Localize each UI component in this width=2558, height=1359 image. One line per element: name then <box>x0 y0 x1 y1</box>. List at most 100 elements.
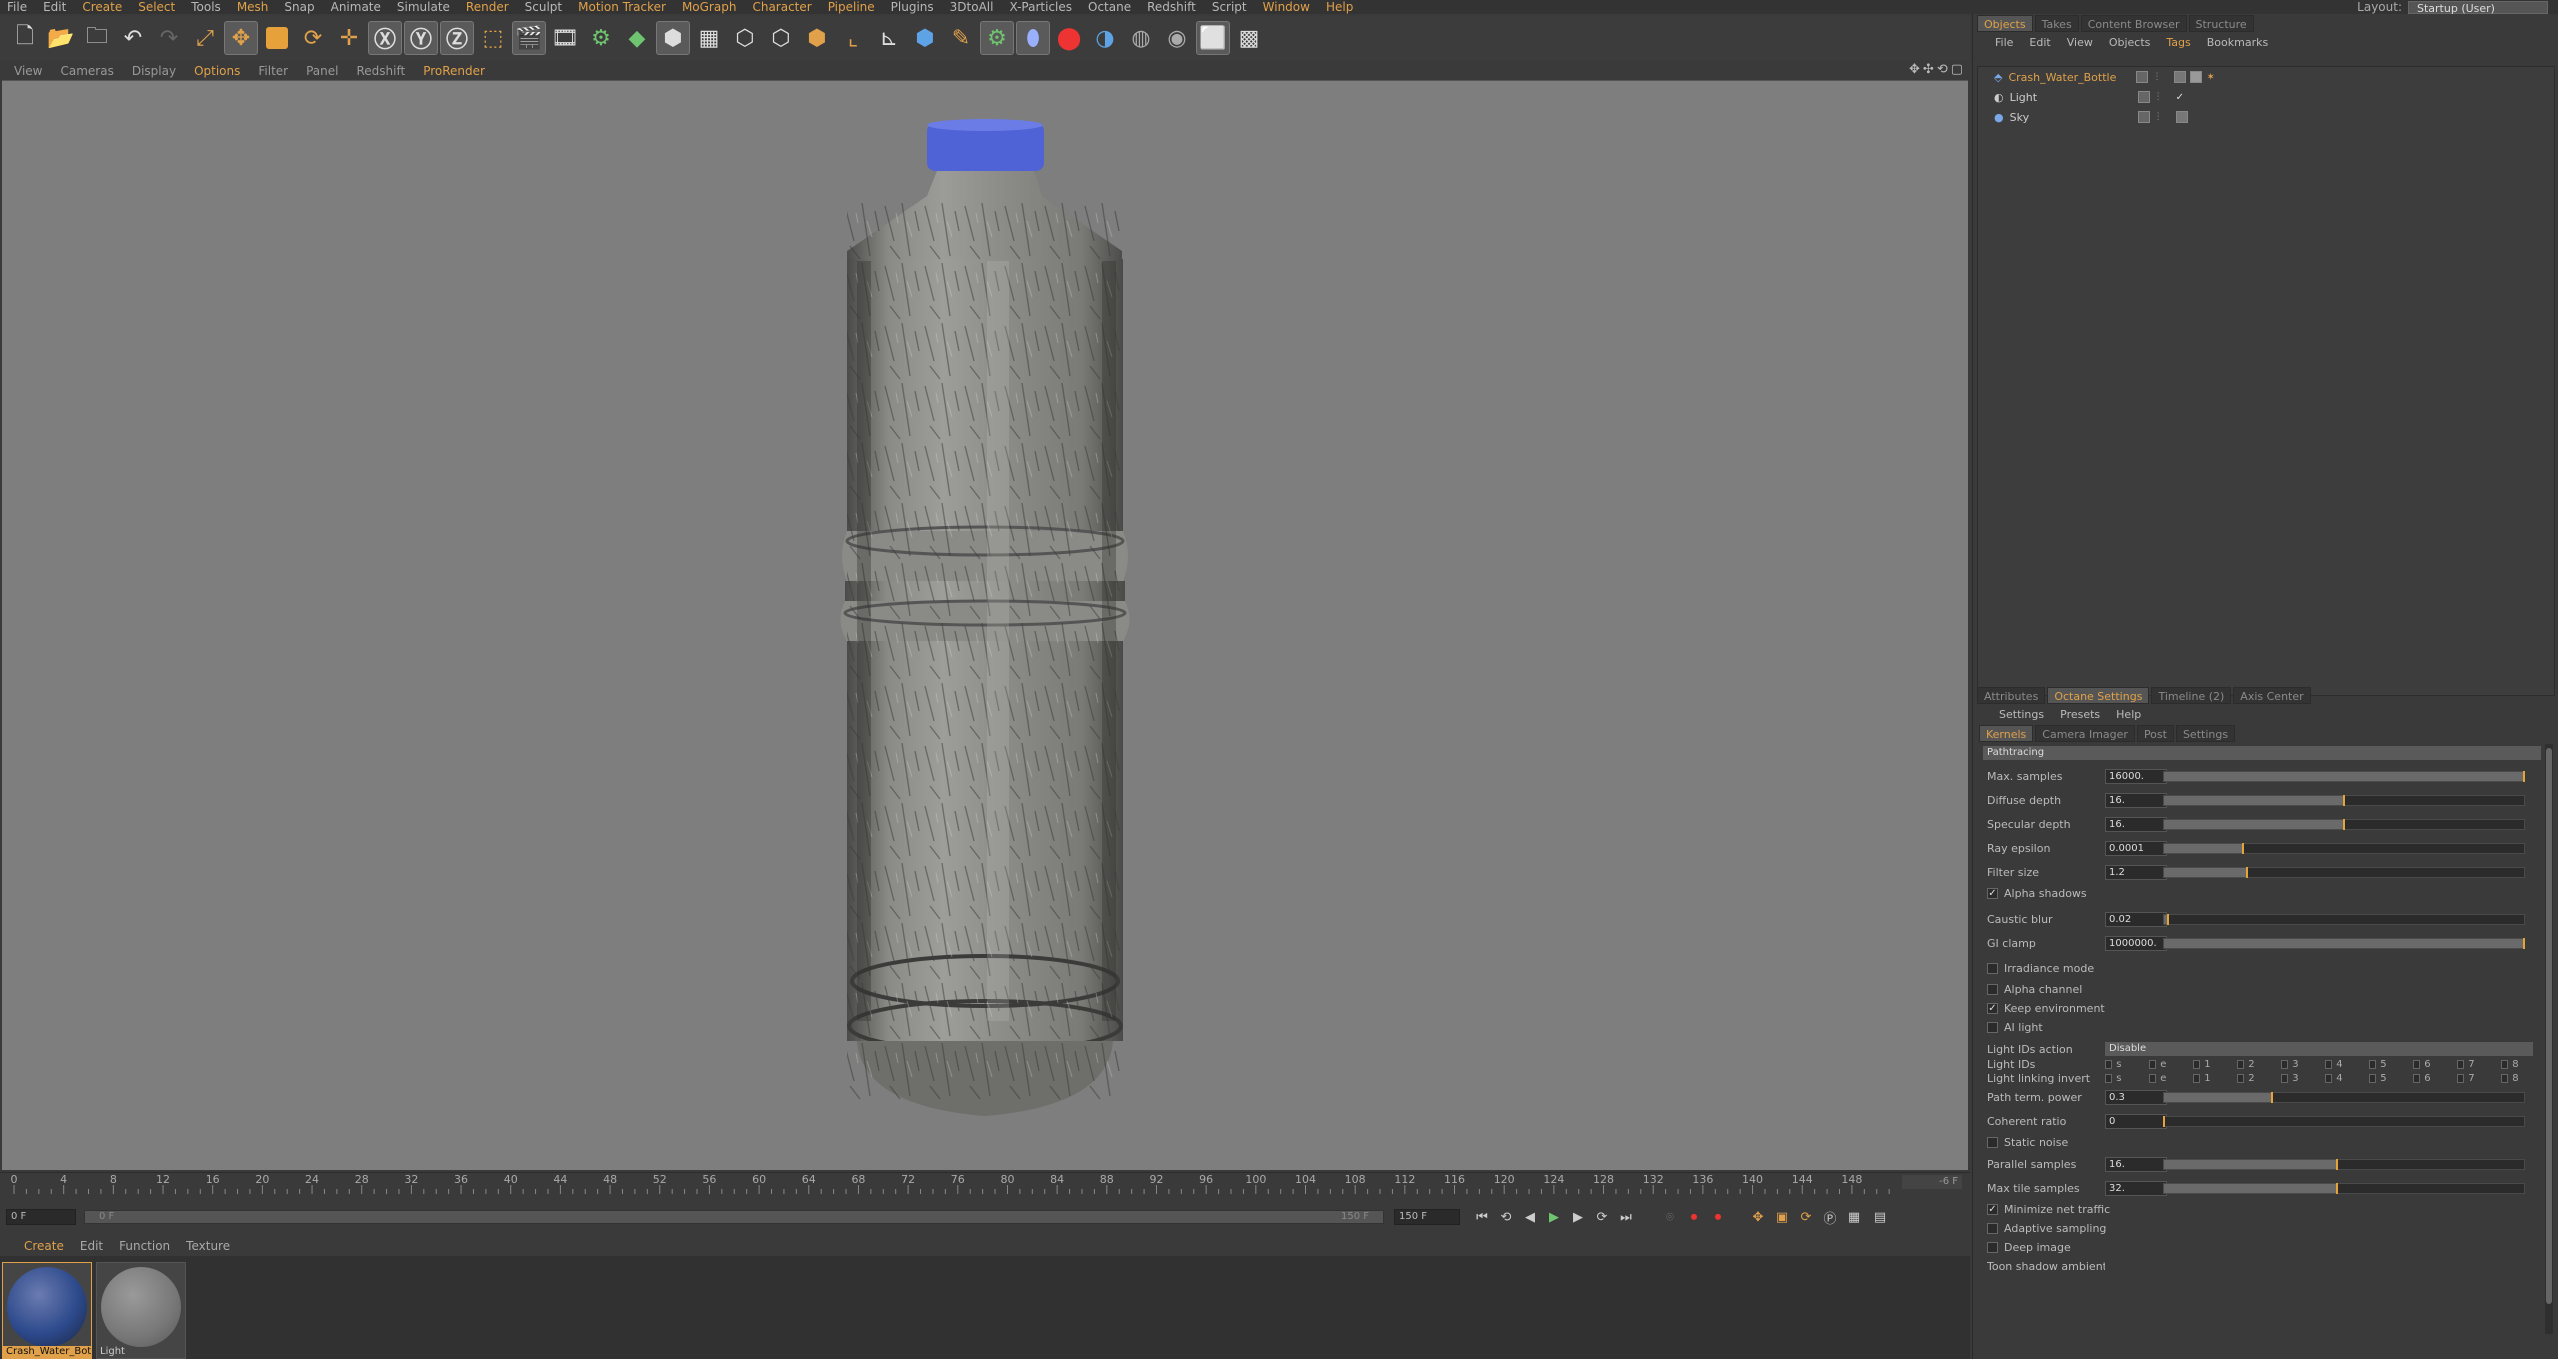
light-ids-id-checkbox[interactable] <box>2325 1059 2333 1069</box>
pen-tool-icon[interactable]: ✎ <box>944 21 978 55</box>
key-position-icon[interactable]: ✥ <box>1746 1206 1770 1228</box>
light-linking-invert-id-3[interactable]: 3 <box>2281 1073 2325 1084</box>
menu-pipeline[interactable]: Pipeline <box>821 0 884 14</box>
viewport-menu-filter[interactable]: Filter <box>258 64 288 78</box>
parallel-samples-slider[interactable] <box>2163 1158 2525 1170</box>
cube-primitive-icon[interactable]: ◆ <box>620 21 654 55</box>
previous-key-icon[interactable]: ⟲ <box>1494 1206 1518 1228</box>
points-mode-icon[interactable]: ⬡ <box>728 21 762 55</box>
light-linking-invert-id-checkbox[interactable] <box>2413 1073 2421 1083</box>
scale-tool-icon[interactable] <box>260 21 294 55</box>
menu-simulate[interactable]: Simulate <box>390 0 459 14</box>
menu-render[interactable]: Render <box>459 0 518 14</box>
layer-chip[interactable] <box>2137 111 2150 123</box>
gi-clamp-slider[interactable] <box>2163 937 2525 949</box>
objects-menu-tags[interactable]: Tags <box>2166 36 2190 49</box>
menu-plugins[interactable]: Plugins <box>884 0 943 14</box>
path-term-power-slider-knob[interactable] <box>2271 1091 2273 1103</box>
timeline-ruler[interactable]: 0 4 8 12 16 20 24 28 32 36 40 44 48 52 56 60 64 68 72 76 80 8… <box>0 1172 1970 1204</box>
ray-epsilon-slider[interactable] <box>2163 842 2525 854</box>
octane-menu-help[interactable]: Help <box>2116 708 2141 721</box>
menu-tools[interactable]: Tools <box>184 0 230 14</box>
menu-create[interactable]: Create <box>75 0 131 14</box>
parallel-samples-field[interactable]: 16. <box>2105 1156 2167 1172</box>
timeline-scheme-icon[interactable]: ▤ <box>1868 1206 1892 1228</box>
viewport-menu-panel[interactable]: Panel <box>306 64 338 78</box>
light-ids-id-6[interactable]: 6 <box>2413 1059 2457 1070</box>
menu-octane[interactable]: Octane <box>1081 0 1140 14</box>
light-ids-id-2[interactable]: 2 <box>2237 1059 2281 1070</box>
viewport-menu-cameras[interactable]: Cameras <box>60 64 113 78</box>
object-row-sky[interactable]: ● Sky ⋮ <box>1978 107 2554 127</box>
deformer-icon[interactable]: ⬮ <box>1016 21 1050 55</box>
max-samples-slider-knob[interactable] <box>2523 770 2525 782</box>
layer-chip[interactable] <box>2136 71 2149 83</box>
object-row-light[interactable]: ◐ Light ⋮ ✓ <box>1978 87 2554 107</box>
autokey-icon[interactable]: ⏺ <box>1706 1206 1730 1228</box>
objects-menu-file[interactable]: File <box>1995 36 2013 49</box>
light-ids-id-checkbox[interactable] <box>2149 1059 2157 1069</box>
go-to-start-icon[interactable]: ⏮ <box>1470 1206 1494 1228</box>
max-tile-samples-slider[interactable] <box>2163 1182 2525 1194</box>
rotate-tool-icon[interactable]: ⟳ <box>296 21 330 55</box>
light-linking-invert-id-checkbox[interactable] <box>2237 1073 2245 1083</box>
visibility-dots[interactable]: ⋮ <box>2152 72 2174 82</box>
tab-attributes[interactable]: Attributes <box>1977 687 2046 704</box>
light-ids-id-checkbox[interactable] <box>2105 1059 2113 1069</box>
light-ids-id-8[interactable]: 8 <box>2501 1059 2545 1070</box>
render-settings-icon[interactable]: ⚙ <box>584 21 618 55</box>
light-ids-id-checkbox[interactable] <box>2369 1059 2377 1069</box>
environment-icon[interactable]: ◉ <box>1160 21 1194 55</box>
caustic-blur-slider-knob[interactable] <box>2166 913 2169 925</box>
light-ids-id-checkbox[interactable] <box>2237 1059 2245 1069</box>
ray-epsilon-slider-knob[interactable] <box>2242 842 2245 854</box>
objects-menu-objects[interactable]: Objects <box>2109 36 2151 49</box>
light-ids-id-checkbox[interactable] <box>2457 1059 2465 1069</box>
light-ids-id-checkbox[interactable] <box>2281 1059 2289 1069</box>
camera-icon[interactable]: ⬤ <box>1052 21 1086 55</box>
material-swatch-light[interactable]: Light <box>96 1262 186 1359</box>
coherent-ratio-field[interactable]: 0 <box>2105 1113 2167 1129</box>
irradiance-mode-checkbox[interactable] <box>1987 963 1998 974</box>
menu-select[interactable]: Select <box>131 0 184 14</box>
undo-icon[interactable]: ↶ <box>116 21 150 55</box>
light-ids-id-7[interactable]: 7 <box>2457 1059 2501 1070</box>
water-bottle-model[interactable] <box>840 119 1130 1116</box>
light-linking-invert-id-checkbox[interactable] <box>2457 1073 2465 1083</box>
tag-texture-icon[interactable] <box>2175 111 2188 123</box>
record-active-icon[interactable]: ⏺ <box>1682 1206 1706 1228</box>
light-linking-invert-id-5[interactable]: 5 <box>2369 1073 2413 1084</box>
octane-menu-presets[interactable]: Presets <box>2060 708 2100 721</box>
diffuse-depth-field[interactable]: 16. <box>2105 792 2167 808</box>
key-pla-icon[interactable]: ▦ <box>1842 1206 1866 1228</box>
menu-sculpt[interactable]: Sculpt <box>518 0 571 14</box>
light-ids-id-4[interactable]: 4 <box>2325 1059 2369 1070</box>
light-linking-invert-id-checkbox[interactable] <box>2149 1073 2157 1083</box>
y-axis-lock-icon[interactable]: Ⓨ <box>404 21 438 55</box>
workplane-icon[interactable]: ⊾ <box>872 21 906 55</box>
light-linking-invert-id-checkbox[interactable] <box>2369 1073 2377 1083</box>
light-linking-invert-id-e[interactable]: e <box>2149 1073 2193 1084</box>
tab-objects[interactable]: Objects <box>1977 15 2033 32</box>
keep-environment-checkbox[interactable]: ✓ <box>1987 1003 1998 1014</box>
specular-depth-slider[interactable] <box>2163 818 2525 830</box>
subtab-kernels[interactable]: Kernels <box>1979 725 2034 742</box>
filter-size-field[interactable]: 1.2 <box>2105 864 2167 880</box>
sky-object-icon[interactable]: ◍ <box>1124 21 1158 55</box>
alpha-shadows-checkbox[interactable]: ✓ <box>1987 888 1998 899</box>
layout-selector[interactable]: Layout: Startup (User) <box>2357 0 2558 15</box>
max-samples-slider[interactable] <box>2163 770 2525 782</box>
alpha-channel-checkbox[interactable] <box>1987 984 1998 995</box>
caustic-blur-field[interactable]: 0.02 <box>2105 911 2167 927</box>
live-selection-icon[interactable]: ⤢ <box>188 21 222 55</box>
material-menu-texture[interactable]: Texture <box>186 1239 230 1253</box>
viewport-menu-redshift[interactable]: Redshift <box>356 64 405 78</box>
octane-live-viewer-icon[interactable]: ⬜ <box>1196 21 1230 55</box>
material-swatch-crash-water-bottle[interactable]: Crash_Water_Bot <box>2 1262 92 1359</box>
model-mode-icon[interactable]: ⬢ <box>656 21 690 55</box>
light-linking-invert-id-6[interactable]: 6 <box>2413 1073 2457 1084</box>
start-frame-field[interactable]: 0 F <box>6 1209 76 1225</box>
edges-mode-icon[interactable]: ⬡ <box>764 21 798 55</box>
static-noise-checkbox[interactable] <box>1987 1137 1998 1148</box>
subtab-post[interactable]: Post <box>2136 725 2174 742</box>
